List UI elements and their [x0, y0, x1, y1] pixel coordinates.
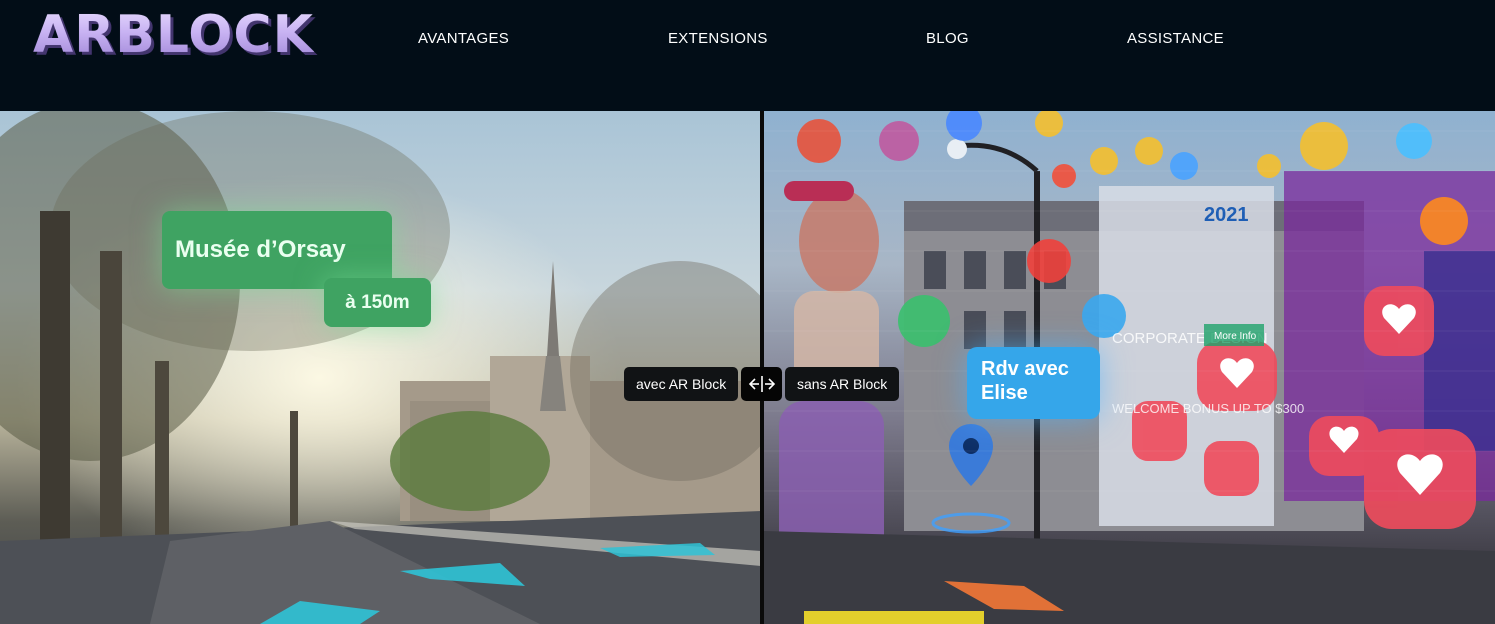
nav-link-blog[interactable]: BLOG	[926, 30, 969, 48]
billboard-welcome: WELCOME BONUS UP TO $300	[1112, 401, 1304, 416]
nav-link-avantages[interactable]: AVANTAGES	[418, 30, 509, 48]
distance-value: à 150m	[345, 292, 410, 313]
with-ar-block-label: avec AR Block	[624, 367, 739, 401]
appointment-text: Rdv avec Elise	[981, 358, 1069, 404]
arrows-left-right-icon	[748, 376, 775, 392]
appointment-tag: Rdv avec Elise	[967, 347, 1100, 419]
site-header: ARBLOCK ARBLOCK AVANTAGES EXTENSIONS BLO…	[0, 0, 1495, 111]
distance-tag: à 150m	[324, 278, 431, 327]
nav-link-extensions[interactable]: EXTENSIONS	[668, 30, 768, 48]
hero-comparison: Musée d’Orsay à 150m 2021 CORPORATE DESI…	[0, 111, 1495, 624]
comparison-slider-handle[interactable]	[741, 367, 782, 401]
logo[interactable]: ARBLOCK	[33, 4, 314, 66]
billboard-button: More Info	[1214, 331, 1257, 342]
place-name: Musée d’Orsay	[175, 236, 346, 263]
nav-link-assistance[interactable]: ASSISTANCE	[1127, 30, 1224, 48]
billboard-year: 2021	[1204, 204, 1249, 226]
without-ar-block-label: sans AR Block	[785, 367, 900, 401]
